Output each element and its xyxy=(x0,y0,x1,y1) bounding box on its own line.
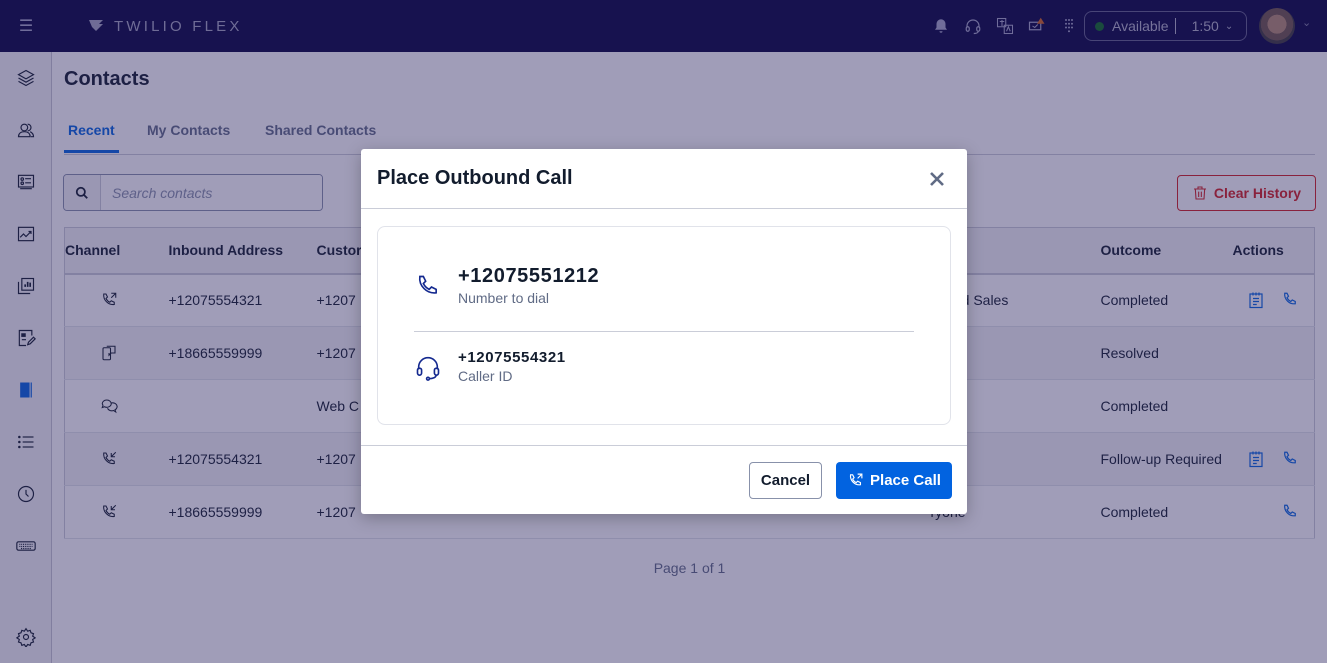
close-icon xyxy=(930,172,944,186)
place-outbound-call-modal: Place Outbound Call +12075551212 Number … xyxy=(361,149,967,514)
number-to-dial: +12075551212 xyxy=(458,265,600,287)
modal-title: Place Outbound Call xyxy=(377,167,573,189)
caller-id: +12075554321 xyxy=(458,349,566,366)
caller-id-row: +12075554321 Caller ID xyxy=(414,349,566,384)
outbound-call-icon xyxy=(850,473,863,486)
cancel-button[interactable]: Cancel xyxy=(749,462,822,499)
caller-id-label: Caller ID xyxy=(458,368,513,384)
card-divider xyxy=(414,331,914,332)
number-to-dial-row: +12075551212 Number to dial xyxy=(414,265,599,306)
modal-header: Place Outbound Call xyxy=(361,149,967,209)
headset-icon xyxy=(416,356,440,381)
modal-footer: Cancel Place Call xyxy=(361,445,967,514)
place-call-label: Place Call xyxy=(870,472,941,489)
number-to-dial-label: Number to dial xyxy=(458,290,550,306)
place-call-button[interactable]: Place Call xyxy=(836,462,952,499)
call-details-card: +12075551212 Number to dial +12075554321… xyxy=(377,226,951,425)
close-button[interactable] xyxy=(925,167,949,191)
phone-icon xyxy=(419,275,437,294)
